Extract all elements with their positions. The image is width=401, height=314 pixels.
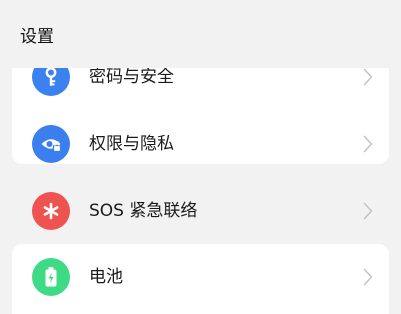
- chevron-right-icon: [363, 202, 373, 220]
- settings-item-label: 权限与隐私: [89, 134, 174, 154]
- settings-item-label: SOS 紧急联络: [89, 201, 198, 221]
- chevron-right-icon: [363, 135, 373, 153]
- page-title: 设置: [20, 27, 54, 47]
- eye-lock-icon: [32, 125, 70, 163]
- chevron-right-icon: [363, 268, 373, 286]
- app-header: 设置: [0, 0, 401, 68]
- settings-item-sos[interactable]: SOS 紧急联络: [12, 178, 389, 244]
- asterisk-icon: [32, 192, 70, 230]
- settings-item-permissions-privacy[interactable]: 权限与隐私: [12, 111, 389, 177]
- battery-icon: [32, 258, 70, 296]
- settings-item-label: 电池: [89, 267, 123, 287]
- settings-item-battery[interactable]: 电池: [12, 244, 389, 310]
- settings-item-label: 密码与安全: [89, 67, 174, 87]
- chevron-right-icon: [363, 68, 373, 86]
